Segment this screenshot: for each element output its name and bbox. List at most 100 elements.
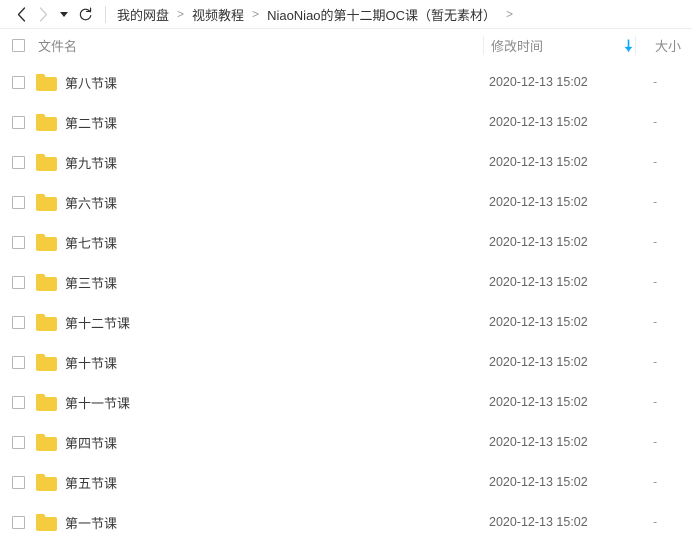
file-name[interactable]: 第七节课 (65, 233, 483, 252)
caret-down-icon (60, 11, 68, 17)
breadcrumb-expand-separator[interactable]: > (506, 7, 513, 21)
row-icon-cell (36, 393, 65, 411)
file-name[interactable]: 第九节课 (65, 153, 483, 172)
row-checkbox-cell (0, 75, 36, 89)
row-icon-cell (36, 113, 65, 131)
file-modified-time: 2020-12-13 15:02 (489, 475, 588, 489)
column-header-modified-time[interactable]: 修改时间 (485, 36, 643, 55)
file-list: 第八节课 2020-12-13 15:02 - 第二节课 2020-12-13 15:0… (0, 62, 692, 542)
file-modified-time: 2020-12-13 15:02 (489, 75, 588, 89)
row-icon-cell (36, 153, 65, 171)
refresh-button[interactable] (74, 2, 96, 26)
row-checkbox[interactable] (11, 155, 25, 169)
row-checkbox-cell (0, 235, 36, 249)
file-modified-time: 2020-12-13 15:02 (489, 115, 588, 129)
row-checkbox[interactable] (11, 75, 25, 89)
row-checkbox[interactable] (11, 515, 25, 529)
row-icon-cell (36, 513, 65, 531)
file-name[interactable]: 第四节课 (65, 433, 483, 452)
folder-icon (36, 433, 57, 451)
folder-icon (36, 153, 57, 171)
table-row[interactable]: 第十二节课 2020-12-13 15:02 - (0, 302, 692, 342)
file-name[interactable]: 第十二节课 (65, 313, 483, 332)
row-checkbox[interactable] (11, 395, 25, 409)
row-checkbox-cell (0, 155, 36, 169)
breadcrumb-item-video-tutorials[interactable]: 视频教程 (192, 5, 244, 24)
file-name[interactable]: 第二节课 (65, 113, 483, 132)
table-row[interactable]: 第一节课 2020-12-13 15:02 - (0, 502, 692, 542)
row-checkbox[interactable] (11, 275, 25, 289)
table-row[interactable]: 第十一节课 2020-12-13 15:02 - (0, 382, 692, 422)
row-checkbox[interactable] (11, 115, 25, 129)
file-name[interactable]: 第三节课 (65, 273, 483, 292)
table-row[interactable]: 第十节课 2020-12-13 15:02 - (0, 342, 692, 382)
table-row[interactable]: 第四节课 2020-12-13 15:02 - (0, 422, 692, 462)
row-checkbox-cell (0, 275, 36, 289)
file-modified-time: 2020-12-13 15:02 (489, 355, 588, 369)
table-row[interactable]: 第二节课 2020-12-13 15:02 - (0, 102, 692, 142)
row-checkbox-cell (0, 475, 36, 489)
table-row[interactable]: 第九节课 2020-12-13 15:02 - (0, 142, 692, 182)
file-modified-time: 2020-12-13 15:02 (489, 315, 588, 329)
row-checkbox-cell (0, 435, 36, 449)
folder-icon (36, 73, 57, 91)
row-checkbox[interactable] (11, 315, 25, 329)
file-name[interactable]: 第一节课 (65, 513, 483, 532)
row-icon-cell (36, 353, 65, 371)
folder-icon (36, 473, 57, 491)
file-size: - (653, 475, 658, 489)
row-checkbox-cell (0, 315, 36, 329)
row-checkbox[interactable] (11, 355, 25, 369)
table-row[interactable]: 第八节课 2020-12-13 15:02 - (0, 62, 692, 102)
row-checkbox-cell (0, 355, 36, 369)
table-row[interactable]: 第三节课 2020-12-13 15:02 - (0, 262, 692, 302)
row-icon-cell (36, 433, 65, 451)
file-modified-time: 2020-12-13 15:02 (489, 235, 588, 249)
back-button[interactable] (10, 2, 32, 26)
refresh-icon (78, 6, 93, 22)
select-all-checkbox[interactable] (11, 39, 25, 52)
breadcrumb-separator: > (177, 7, 185, 21)
row-checkbox[interactable] (11, 195, 25, 209)
file-modified-time: 2020-12-13 15:02 (489, 275, 588, 289)
row-checkbox[interactable] (11, 435, 25, 449)
file-name[interactable]: 第八节课 (65, 73, 483, 92)
file-name[interactable]: 第十一节课 (65, 393, 483, 412)
column-header-modified-time-label: 修改时间 (491, 39, 544, 54)
history-dropdown-button[interactable] (54, 2, 74, 26)
file-modified-time: 2020-12-13 15:02 (489, 435, 588, 449)
file-name[interactable]: 第五节课 (65, 473, 483, 492)
file-size: - (653, 355, 658, 369)
row-checkbox[interactable] (11, 235, 25, 249)
folder-icon (36, 113, 57, 131)
forward-button[interactable] (32, 2, 54, 26)
file-size: - (653, 155, 658, 169)
folder-icon (36, 393, 57, 411)
row-icon-cell (36, 233, 65, 251)
row-checkbox[interactable] (11, 475, 25, 489)
chevron-right-icon (39, 6, 48, 22)
file-size: - (653, 115, 658, 129)
file-size: - (653, 275, 658, 289)
table-row[interactable]: 第七节课 2020-12-13 15:02 - (0, 222, 692, 262)
folder-icon (36, 353, 57, 371)
header-column-divider (483, 36, 484, 55)
row-icon-cell (36, 473, 65, 491)
file-modified-time: 2020-12-13 15:02 (489, 395, 588, 409)
file-modified-time: 2020-12-13 15:02 (489, 155, 588, 169)
table-row[interactable]: 第六节课 2020-12-13 15:02 - (0, 182, 692, 222)
file-size: - (653, 195, 658, 209)
folder-icon (36, 513, 57, 531)
row-checkbox-cell (0, 395, 36, 409)
toolbar: 我的网盘 > 视频教程 > NiaoNiao的第十二期OC课（暂无素材） > (0, 0, 692, 29)
column-header-size[interactable]: 大小 (643, 36, 692, 55)
breadcrumb-item-current-folder[interactable]: NiaoNiao的第十二期OC课（暂无素材） (267, 5, 496, 24)
file-name[interactable]: 第六节课 (65, 193, 483, 212)
file-size: - (653, 235, 658, 249)
column-header-name[interactable]: 文件名 (36, 36, 485, 55)
folder-icon (36, 193, 57, 211)
table-row[interactable]: 第五节课 2020-12-13 15:02 - (0, 462, 692, 502)
select-all-cell (0, 39, 36, 52)
breadcrumb-item-root[interactable]: 我的网盘 (117, 5, 169, 24)
file-name[interactable]: 第十节课 (65, 353, 483, 372)
